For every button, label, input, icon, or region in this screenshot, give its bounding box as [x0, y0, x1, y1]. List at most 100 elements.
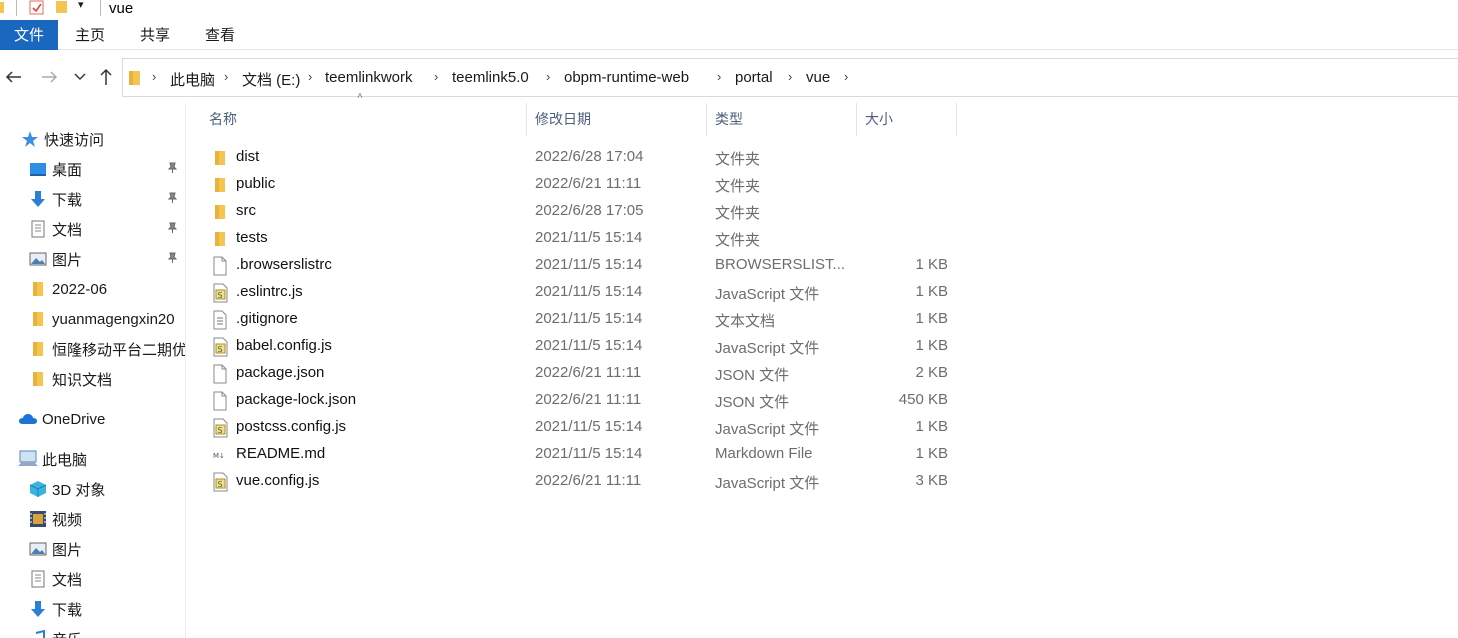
- sidebar-item-yuanmagengxin[interactable]: yuanmagengxin20: [0, 305, 185, 333]
- back-button[interactable]: [1, 65, 25, 89]
- svg-text:S: S: [218, 426, 223, 435]
- folder-icon: [28, 279, 48, 299]
- tab-share[interactable]: 共享: [125, 20, 185, 50]
- breadcrumb-chevron-icon[interactable]: ›: [224, 69, 228, 84]
- breadcrumb-obpm-runtime-web[interactable]: obpm-runtime-web: [564, 69, 689, 86]
- file-row[interactable]: .gitignore 2021/11/5 15:14 文本文档 1 KB: [207, 306, 967, 333]
- computer-icon: [18, 449, 38, 469]
- sidebar-item-label: 快速访问: [44, 131, 105, 149]
- tab-file[interactable]: 文件: [0, 20, 58, 50]
- breadcrumb-teemlinkwork[interactable]: teemlinkwork: [325, 69, 413, 86]
- file-type: 文件夹: [715, 205, 761, 222]
- sidebar-item-label: 桌面: [52, 161, 83, 179]
- forward-button[interactable]: [38, 65, 62, 89]
- breadcrumb-vue[interactable]: vue: [806, 69, 830, 86]
- breadcrumb-chevron-icon[interactable]: ›: [788, 69, 792, 84]
- file-row[interactable]: package.json 2022/6/21 11:11 JSON 文件 2 KB: [207, 360, 967, 387]
- checkbox-icon[interactable]: [29, 0, 45, 16]
- ribbon-tabs: 文件 主页 共享 查看: [0, 20, 1458, 50]
- tab-home[interactable]: 主页: [60, 20, 120, 50]
- recent-locations-button[interactable]: [68, 65, 92, 89]
- js-file-icon: S: [212, 283, 230, 303]
- arrow-up-icon: [100, 68, 112, 85]
- sidebar-item-documents[interactable]: 文档: [0, 215, 185, 243]
- breadcrumb-chevron-icon[interactable]: ›: [434, 69, 438, 84]
- sidebar-item-henglong[interactable]: 恒隆移动平台二期优: [0, 335, 185, 363]
- folder-icon[interactable]: [55, 0, 69, 14]
- file-name: package.json: [236, 364, 325, 381]
- column-header-date[interactable]: 修改日期: [527, 103, 707, 136]
- file-row[interactable]: tests 2021/11/5 15:14 文件夹: [207, 225, 967, 252]
- breadcrumb-chevron-icon[interactable]: ›: [546, 69, 550, 84]
- file-row[interactable]: src 2022/6/28 17:05 文件夹: [207, 198, 967, 225]
- file-type: JavaScript 文件: [715, 421, 820, 438]
- pin-icon[interactable]: [166, 252, 178, 264]
- svg-text:S: S: [218, 291, 223, 300]
- svg-text:M↓: M↓: [213, 452, 225, 460]
- sidebar-item-label: 视频: [52, 511, 83, 529]
- quick-access-dropdown-icon[interactable]: ▾: [78, 0, 84, 11]
- sidebar-item-videos[interactable]: 视频: [0, 505, 185, 533]
- file-date: 2021/11/5 15:14: [535, 310, 643, 327]
- sidebar-item-downloads[interactable]: 下载: [0, 185, 185, 213]
- breadcrumb-chevron-icon[interactable]: ›: [844, 69, 848, 84]
- column-header-name[interactable]: 名称: [201, 103, 527, 136]
- file-row[interactable]: Svue.config.js 2022/6/21 11:11 JavaScript …: [207, 468, 967, 495]
- sidebar-item-2022-06[interactable]: 2022-06: [0, 275, 185, 303]
- sidebar-item-onedrive[interactable]: OneDrive: [0, 405, 185, 433]
- breadcrumb-chevron-icon[interactable]: ›: [308, 69, 312, 84]
- file-row[interactable]: Spostcss.config.js 2021/11/5 15:14 JavaScr…: [207, 414, 967, 441]
- sidebar-item-label: 2022-06: [52, 280, 108, 298]
- pin-icon[interactable]: [166, 222, 178, 234]
- svg-text:S: S: [218, 345, 223, 354]
- breadcrumb-teemlink5[interactable]: teemlink5.0: [452, 69, 529, 86]
- window-title: vue: [109, 0, 134, 17]
- file-list: ˄ 名称 修改日期 类型 大小 dist 2022/6/28 17:04 文件夹 pu…: [187, 91, 1458, 638]
- file-row[interactable]: package-lock.json 2022/6/21 11:11 JSON 文件 4…: [207, 387, 967, 414]
- breadcrumb-portal[interactable]: portal: [735, 69, 773, 86]
- breadcrumb-drive-e[interactable]: 文档 (E:): [242, 69, 300, 90]
- sidebar-item-label: 下载: [52, 191, 83, 209]
- file-name: babel.config.js: [236, 337, 332, 354]
- sidebar-item-quick-access[interactable]: 快速访问: [0, 125, 185, 153]
- column-header-type[interactable]: 类型: [707, 103, 857, 136]
- column-header-size[interactable]: 大小: [857, 103, 957, 136]
- tab-view[interactable]: 查看: [190, 20, 250, 50]
- sidebar-item-documents-pc[interactable]: 文档: [0, 565, 185, 593]
- file-row[interactable]: .browserslistrc 2021/11/5 15:14 BROWSERSLI…: [207, 252, 967, 279]
- breadcrumb-this-pc[interactable]: 此电脑: [170, 69, 215, 90]
- sidebar-item-downloads-pc[interactable]: 下载: [0, 595, 185, 623]
- sidebar-item-3d-objects[interactable]: 3D 对象: [0, 475, 185, 503]
- sort-ascending-icon: ˄: [357, 91, 363, 102]
- file-row[interactable]: M↓ README.md 2021/11/5 15:14 Markdown File 1…: [207, 441, 967, 468]
- file-row[interactable]: Sbabel.config.js 2021/11/5 15:14 JavaScrip…: [207, 333, 967, 360]
- file-name: README.md: [236, 445, 326, 462]
- breadcrumb-chevron-icon[interactable]: ›: [152, 69, 156, 84]
- blank-file-icon: [212, 364, 230, 384]
- js-file-icon: S: [212, 337, 230, 357]
- pin-icon[interactable]: [166, 192, 178, 204]
- folder-icon: [129, 71, 140, 85]
- sidebar-item-pictures[interactable]: 图片: [0, 245, 185, 273]
- sidebar-item-label: 下载: [52, 601, 83, 619]
- file-row[interactable]: S .eslintrc.js 2021/11/5 15:14 JavaScript 文…: [207, 279, 967, 306]
- arrow-right-icon: [42, 71, 58, 83]
- sidebar-item-knowledge-docs[interactable]: 知识文档: [0, 365, 185, 393]
- file-type: 文本文档: [715, 313, 776, 330]
- sidebar-item-pictures-pc[interactable]: 图片: [0, 535, 185, 563]
- arrow-left-icon: [5, 71, 21, 83]
- up-button[interactable]: [94, 65, 118, 89]
- address-bar[interactable]: › 此电脑 › 文档 (E:) › teemlinkwork › teemlin…: [122, 58, 1458, 97]
- navigation-pane: 快速访问 桌面 下载 文档 图片 2022-06 yuanmagengxin20…: [0, 103, 186, 638]
- file-type: 文件夹: [715, 151, 761, 168]
- breadcrumb-chevron-icon[interactable]: ›: [717, 69, 721, 84]
- file-date: 2022/6/21 11:11: [535, 391, 642, 408]
- file-date: 2021/11/5 15:14: [535, 445, 643, 462]
- sidebar-item-desktop[interactable]: 桌面: [0, 155, 185, 183]
- blank-file-icon: [212, 391, 230, 411]
- file-row[interactable]: dist 2022/6/28 17:04 文件夹: [207, 144, 967, 171]
- file-row[interactable]: public 2022/6/21 11:11 文件夹: [207, 171, 967, 198]
- sidebar-item-this-pc[interactable]: 此电脑: [0, 445, 185, 473]
- pin-icon[interactable]: [166, 162, 178, 174]
- sidebar-item-music[interactable]: 音乐: [0, 625, 185, 638]
